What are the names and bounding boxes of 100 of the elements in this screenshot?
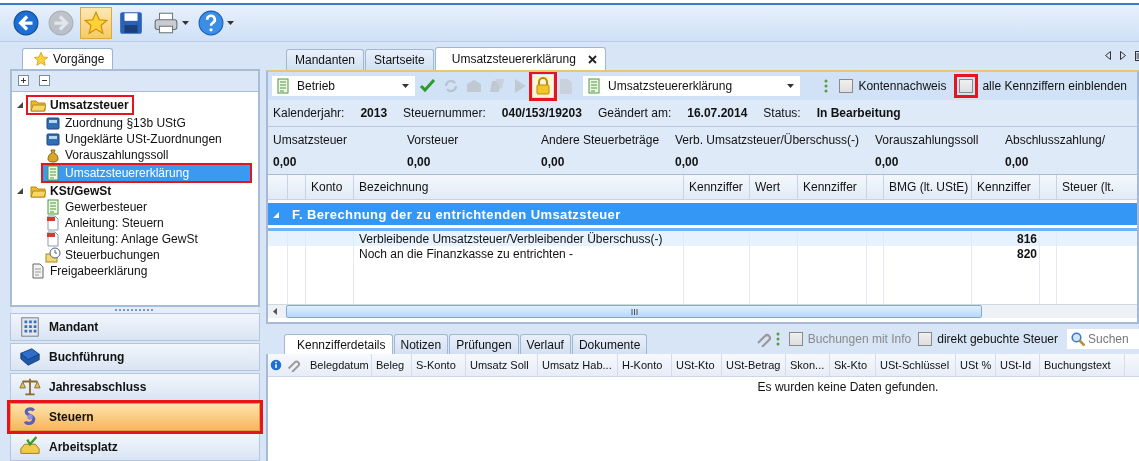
column-header[interactable]: Umsatz Soll: [466, 354, 538, 376]
document-tab[interactable]: Startseite: [365, 49, 434, 70]
summary-label: Andere Steuerbeträge: [541, 133, 661, 147]
document-tab[interactable]: Umsatzsteuererklärung: [434, 47, 606, 70]
checkbox[interactable]: alle Kennziffern einblenden: [955, 79, 1127, 93]
column-header[interactable]: Steuer (lt.: [1057, 175, 1137, 199]
clock-envelope-icon: [45, 246, 61, 263]
tab[interactable]: Notizen: [393, 334, 449, 354]
field-value: 16.07.2014: [687, 106, 748, 120]
paperclip-icon[interactable]: [286, 358, 300, 372]
caret-icon: [182, 21, 189, 25]
checkbox[interactable]: direkt gebuchte Steuer: [918, 332, 1058, 346]
column-header[interactable]: BMG (lt. UStE): [884, 175, 972, 199]
document-icon: [30, 262, 46, 279]
close-icon[interactable]: [587, 54, 597, 64]
column-header[interactable]: Beleg: [372, 354, 412, 376]
column-header[interactable]: Kennziffer: [798, 175, 867, 199]
table-cell-text: 820: [1015, 246, 1038, 261]
form-icon: [45, 198, 61, 215]
column-header[interactable]: S-Konto: [412, 354, 466, 376]
column-header[interactable]: USt-Id: [996, 354, 1040, 376]
building-icon: [19, 316, 41, 338]
column-header[interactable]: Konto: [306, 175, 354, 199]
summary-label: Umsatzsteuer: [273, 133, 349, 147]
scrollbar-thumb[interactable]: [286, 305, 982, 318]
tab[interactable]: Prüfungen: [449, 334, 519, 354]
field-label: Kalenderjahr:: [273, 106, 345, 120]
form-icon: [45, 164, 61, 181]
toolbar-button[interactable]: [10, 7, 42, 39]
splitter-grip[interactable]: [12, 307, 258, 313]
toolbar-button[interactable]: [195, 7, 237, 39]
forward-icon: [48, 10, 74, 36]
grip-icon: [775, 332, 780, 346]
column-header[interactable]: Umsatz Hab...: [538, 354, 618, 376]
nav-button[interactable]: Steuern: [10, 403, 260, 431]
column-header[interactable]: Sk-Kto: [830, 354, 876, 376]
scroll-right-icon[interactable]: [1120, 51, 1126, 60]
tab[interactable]: Kennzifferdetails: [284, 334, 393, 354]
form-icon: [275, 78, 291, 94]
tree-item[interactable]: Anleitung: Anlage GewSt: [43, 230, 201, 247]
sidebar-tab[interactable]: Vorgänge: [22, 47, 114, 69]
column-header[interactable]: Belegdatum: [306, 354, 372, 376]
summary-value: 0,00: [273, 155, 298, 169]
column-header[interactable]: USt-Betrag: [722, 354, 786, 376]
table-row[interactable]: Verbleibende Umsatzsteuer/Verbleibender Überschuss(-) 816: [268, 231, 1137, 246]
nav-button[interactable]: Buchführung: [10, 343, 260, 371]
nav-button[interactable]: Jahresabschluss: [10, 373, 260, 401]
dropdown[interactable]: Umsatzsteuererklärung: [583, 76, 800, 96]
info-icon[interactable]: [270, 358, 282, 372]
scroll-left-icon[interactable]: [1105, 51, 1111, 60]
tree-item[interactable]: Steuerbuchungen: [43, 246, 163, 263]
tree-item[interactable]: Umsatzsteuer: [26, 94, 134, 115]
printer-icon: [153, 10, 179, 36]
document-tab[interactable]: Mandanten: [286, 49, 365, 70]
table-row[interactable]: Noch an die Finanzkasse zu entrichten - 820: [268, 246, 1137, 261]
back-icon: [13, 10, 39, 36]
table-cell-text: Noch an die Finanzkasse zu entrichten -: [358, 246, 575, 261]
checkmark-icon: [419, 77, 437, 95]
column-header[interactable]: Bezeichnung: [354, 175, 684, 199]
field-value: 040/153/19203: [501, 106, 582, 120]
column-header[interactable]: USt-Schlüssel: [876, 354, 956, 376]
grip-icon: [824, 79, 829, 93]
tree-item[interactable]: Anleitung: Steuern: [43, 214, 167, 231]
column-header[interactable]: Kennziffer: [972, 175, 1040, 199]
collapse-all-icon: [39, 75, 50, 87]
tree-item[interactable]: Ungeklärte USt-Zuordnungen: [43, 130, 225, 147]
summary-value: 0,00: [407, 155, 432, 169]
checkbox[interactable]: Kontennachweis: [839, 79, 947, 93]
expand-all-icon: [18, 75, 29, 87]
tree-item[interactable]: Vorauszahlungssoll: [43, 146, 172, 163]
lock-icon: [534, 77, 552, 95]
tab[interactable]: Dokumente: [571, 334, 648, 354]
column-header[interactable]: USt %: [956, 354, 996, 376]
column-header[interactable]: USt-Kto: [672, 354, 722, 376]
collapse-arrow-icon[interactable]: [17, 101, 24, 109]
tree-item[interactable]: Zuordnung §13b UStG: [43, 114, 189, 131]
tree-item[interactable]: Gewerbesteuer: [43, 198, 151, 215]
column-header[interactable]: Wert: [750, 175, 798, 199]
field-label: Steuernummer:: [403, 106, 486, 120]
save-icon: [118, 10, 144, 36]
summary-value: 0,00: [541, 155, 566, 169]
tree-item[interactable]: Freigabeerklärung: [28, 262, 151, 279]
caret-icon: [402, 84, 409, 88]
nav-button[interactable]: Mandant: [10, 313, 260, 341]
field-value: 2013: [360, 106, 388, 120]
column-header[interactable]: Kennziffer: [684, 175, 750, 199]
nav-button[interactable]: Arbeitsplatz: [10, 433, 260, 461]
summary-label: Verb. Umsatzsteuer/Überschuss(-): [675, 133, 861, 147]
tab[interactable]: Verlauf: [519, 334, 571, 354]
column-header[interactable]: Skon...: [786, 354, 830, 376]
column-header[interactable]: H-Konto: [618, 354, 672, 376]
collapse-arrow-icon[interactable]: [17, 187, 24, 195]
search-field[interactable]: Suchen: [1067, 329, 1139, 349]
star-icon: [33, 50, 49, 67]
horizontal-scrollbar[interactable]: [268, 304, 1137, 318]
tree-item[interactable]: KSt/GewSt: [28, 182, 115, 199]
help-icon: [198, 10, 224, 36]
column-header[interactable]: Buchungstext: [1040, 354, 1125, 376]
dropdown[interactable]: Betrieb: [272, 76, 415, 96]
money-bag-icon: [45, 146, 61, 163]
